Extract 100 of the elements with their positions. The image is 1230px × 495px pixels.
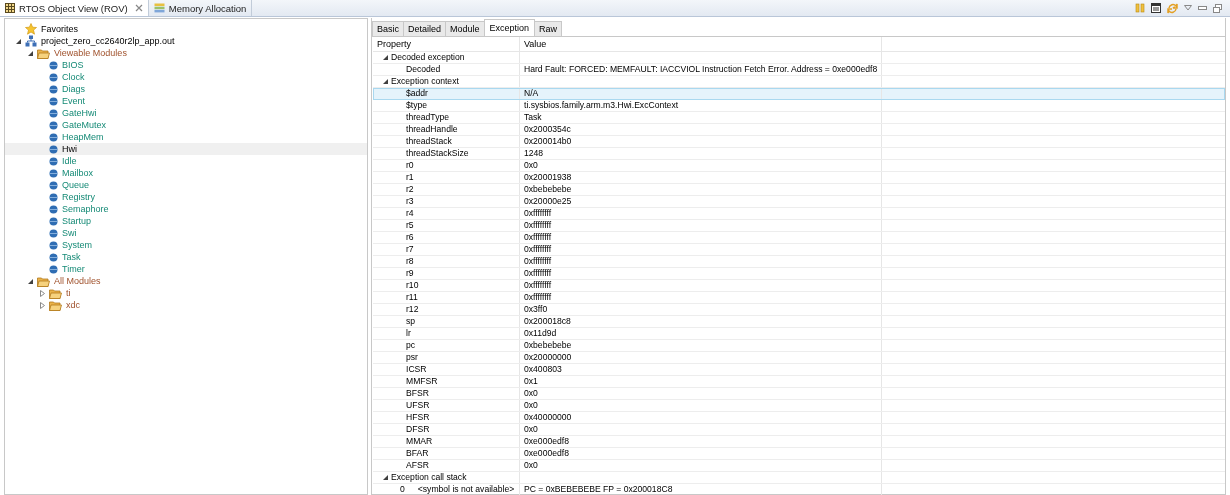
table-row[interactable]: ICSR 0x400803 [373, 364, 1225, 376]
table-row[interactable]: r6 0xffffffff [373, 232, 1225, 244]
column-header[interactable]: Property [377, 39, 411, 49]
table-row[interactable]: HFSR 0x40000000 [373, 412, 1225, 424]
collapsed-triangle-icon[interactable] [39, 289, 46, 297]
table-row[interactable]: pc 0xbebebebe [373, 340, 1225, 352]
tree-item[interactable]: Mailbox [61, 167, 94, 179]
value-cell: 0x0 [524, 400, 538, 411]
table-row[interactable]: r11 0xffffffff [373, 292, 1225, 304]
table-row[interactable]: threadType Task [373, 112, 1225, 124]
table-icon[interactable] [1151, 3, 1161, 13]
property-cell: r10 [406, 280, 419, 291]
tree-item[interactable]: Startup [61, 215, 93, 227]
table-row[interactable]: $type ti.sysbios.family.arm.m3.Hwi.ExcContext [373, 100, 1225, 112]
table-row[interactable]: threadStack 0x200014b0 [373, 136, 1225, 148]
tree-item[interactable]: xdc [65, 299, 81, 311]
pause-icon[interactable] [1135, 3, 1145, 13]
table-row[interactable]: r2 0xbebebebe [373, 184, 1225, 196]
view-tab[interactable]: Module [445, 21, 485, 36]
view-tab[interactable]: Exception [483, 19, 536, 35]
table-row[interactable]: lr 0x11d9d [373, 328, 1225, 340]
table-row[interactable]: MMFSR 0x1 [373, 376, 1225, 388]
expanded-triangle-icon[interactable] [15, 37, 22, 45]
frame-index: 0 [400, 484, 405, 495]
expanded-triangle-icon[interactable] [382, 474, 389, 481]
tree-item[interactable]: Queue [61, 179, 91, 191]
tree-item[interactable]: Hwi [61, 143, 78, 155]
view-menu-icon[interactable] [1184, 5, 1192, 11]
table-row[interactable]: threadHandle 0x2000354c [373, 124, 1225, 136]
value-cell: 0x200014b0 [524, 136, 572, 147]
tree-item[interactable]: Favorites [40, 23, 79, 35]
table-row[interactable]: sp 0x200018c8 [373, 316, 1225, 328]
tree-item[interactable]: HeapMem [61, 131, 105, 143]
network-nodes-icon [25, 35, 37, 47]
value-cell: 0x0 [524, 388, 538, 399]
tree-item[interactable]: Idle [61, 155, 78, 167]
expanded-triangle-icon[interactable] [27, 49, 34, 57]
property-cell: DFSR [406, 424, 430, 435]
tree-item[interactable]: GateMutex [61, 119, 108, 131]
table-row[interactable]: Decoded exception [373, 52, 1225, 64]
tree-item[interactable]: Registry [61, 191, 96, 203]
table-row[interactable]: r4 0xffffffff [373, 208, 1225, 220]
table-row[interactable]: r10 0xffffffff [373, 280, 1225, 292]
expanded-triangle-icon[interactable] [382, 78, 389, 85]
star-icon [25, 23, 37, 35]
minimize-icon[interactable] [1198, 5, 1207, 11]
table-row[interactable]: r12 0x3ff0 [373, 304, 1225, 316]
table-row[interactable]: AFSR 0x0 [373, 460, 1225, 472]
view-tab[interactable]: Raw [534, 21, 563, 36]
editor-tab[interactable]: RTOS Object View (ROV) [0, 0, 149, 16]
table-row[interactable]: DFSR 0x0 [373, 424, 1225, 436]
table-row[interactable]: threadStackSize 1248 [373, 148, 1225, 160]
table-row[interactable]: MMAR 0xe000edf8 [373, 436, 1225, 448]
view-tab[interactable]: Basic [372, 21, 404, 36]
table-row[interactable]: r8 0xffffffff [373, 256, 1225, 268]
sync-icon[interactable] [1167, 2, 1178, 14]
tree-item[interactable]: Clock [61, 71, 86, 83]
tree-item[interactable]: All Modules [53, 275, 102, 287]
tree-item[interactable]: System [61, 239, 93, 251]
table-row[interactable]: psr 0x20000000 [373, 352, 1225, 364]
property-cell: r9 [406, 268, 414, 279]
property-cell: r2 [406, 184, 414, 195]
table-row[interactable]: r7 0xffffffff [373, 244, 1225, 256]
property-cell: r6 [406, 232, 414, 243]
module-dot-icon [49, 72, 58, 82]
close-icon[interactable] [134, 4, 143, 12]
tree-item[interactable]: Semaphore [61, 203, 110, 215]
expanded-triangle-icon[interactable] [382, 54, 389, 61]
table-row[interactable]: Decoded Hard Fault: FORCED: MEMFAULT: IACCVIOL Instruction Fetch Error. Address = 0xe000edf8 [373, 64, 1225, 76]
view-tab[interactable]: Detailed [403, 21, 447, 36]
table-row[interactable]: $addr N/A [373, 88, 1225, 100]
tree-item[interactable]: Diags [61, 83, 86, 95]
table-row[interactable]: r5 0xffffffff [373, 220, 1225, 232]
table-row[interactable]: BFAR 0xe000edf8 [373, 448, 1225, 460]
folder-icon [49, 299, 62, 311]
tree-item[interactable]: GateHwi [61, 107, 98, 119]
restore-icon[interactable] [1213, 3, 1222, 13]
tree-item[interactable]: ti [65, 287, 72, 299]
table-row[interactable]: r9 0xffffffff [373, 268, 1225, 280]
tree-item[interactable]: Viewable Modules [53, 47, 128, 59]
table-row[interactable]: BFSR 0x0 [373, 388, 1225, 400]
table-row[interactable]: r3 0x20000e25 [373, 196, 1225, 208]
tree-item[interactable]: BIOS [61, 59, 85, 71]
table-row[interactable]: r1 0x20001938 [373, 172, 1225, 184]
module-dot-icon [49, 144, 58, 154]
expanded-triangle-icon[interactable] [27, 277, 34, 285]
table-row[interactable]: r0 0x0 [373, 160, 1225, 172]
table-row[interactable]: UFSR 0x0 [373, 400, 1225, 412]
value-cell: 0x1 [524, 376, 538, 387]
folder-icon [37, 275, 50, 287]
table-row[interactable]: Exception call stack [373, 472, 1225, 484]
tree-item[interactable]: project_zero_cc2640r2lp_app.out [40, 35, 176, 47]
tree-item[interactable]: Task [61, 251, 82, 263]
tree-item[interactable]: Event [61, 95, 86, 107]
editor-tab[interactable]: Memory Allocation [148, 0, 253, 16]
table-row[interactable]: 0 <symbol is not available> PC = 0xBEBEBEBE FP = 0x200018C8 [373, 484, 1225, 495]
tree-item[interactable]: Swi [61, 227, 78, 239]
column-header[interactable]: Value [524, 38, 547, 50]
collapsed-triangle-icon[interactable] [39, 301, 46, 309]
tree-item[interactable]: Timer [61, 263, 86, 275]
